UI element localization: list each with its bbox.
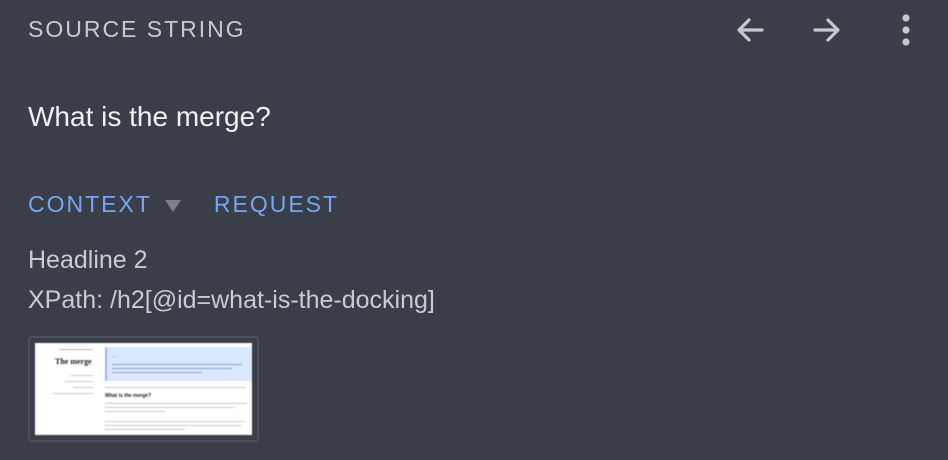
screenshot-preview: The merge ... What is the merge? bbox=[35, 343, 252, 435]
context-xpath: XPath: /h2[@id=what-is-the-docking] bbox=[28, 286, 435, 314]
preview-page-title: The merge bbox=[55, 357, 92, 366]
context-tabs: CONTEXT REQUEST bbox=[28, 191, 339, 218]
tab-context[interactable]: CONTEXT bbox=[28, 191, 152, 218]
source-string-text: What is the merge? bbox=[28, 101, 271, 132]
preview-banner-title: ... bbox=[112, 353, 117, 359]
tab-request[interactable]: REQUEST bbox=[214, 191, 339, 218]
previous-button[interactable] bbox=[730, 10, 770, 50]
context-screenshot-thumbnail[interactable]: The merge ... What is the merge? bbox=[28, 336, 259, 442]
preview-section-title: What is the merge? bbox=[105, 393, 152, 399]
more-options-button[interactable] bbox=[886, 10, 926, 50]
more-vert-icon bbox=[900, 12, 912, 48]
arrow-right-icon bbox=[809, 12, 845, 48]
context-element-type: Headline 2 bbox=[28, 246, 148, 274]
dropdown-caret-icon[interactable] bbox=[164, 199, 182, 213]
next-button[interactable] bbox=[807, 10, 847, 50]
section-title: SOURCE STRING bbox=[28, 16, 246, 42]
preview-banner: ... bbox=[105, 347, 252, 381]
arrow-left-icon bbox=[732, 12, 768, 48]
